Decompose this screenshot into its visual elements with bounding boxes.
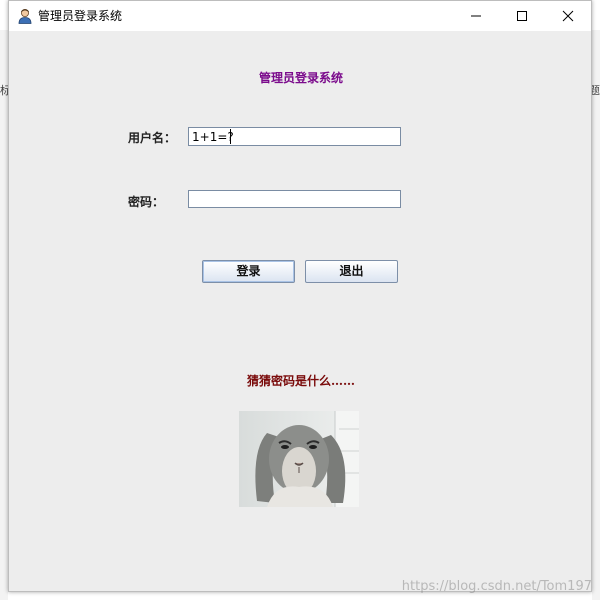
background-app-left xyxy=(0,30,8,600)
minimize-button[interactable] xyxy=(453,1,499,31)
password-input[interactable] xyxy=(188,190,401,208)
minimize-icon xyxy=(471,15,481,17)
username-input[interactable] xyxy=(188,127,401,146)
user-avatar-icon xyxy=(17,8,33,24)
window-title: 管理员登录系统 xyxy=(38,9,123,23)
exit-button[interactable]: 退出 xyxy=(305,260,398,283)
username-label: 用户名： xyxy=(128,131,177,145)
password-hint: 猜猜密码是什么…… xyxy=(246,374,355,388)
rabbit-image xyxy=(239,411,359,507)
maximize-icon xyxy=(517,11,527,21)
background-app-right xyxy=(592,30,600,600)
maximize-button[interactable] xyxy=(499,1,545,31)
password-label: 密码： xyxy=(128,195,165,209)
watermark: https://blog.csdn.net/Tom197 xyxy=(401,579,592,594)
login-panel: 管理员登录系统 用户名： 密码： 登录 退出 猜猜密码是什么…… xyxy=(9,31,591,591)
form-heading: 管理员登录系统 xyxy=(258,71,343,85)
text-caret xyxy=(230,129,231,144)
title-bar[interactable]: 管理员登录系统 xyxy=(9,1,591,31)
close-icon xyxy=(562,10,574,22)
close-button[interactable] xyxy=(545,1,591,31)
login-window: 管理员登录系统 管理员登录系统 用户名： 密码： 登录 退出 猜猜密码是什么…… xyxy=(8,0,592,592)
login-button[interactable]: 登录 xyxy=(202,260,295,283)
